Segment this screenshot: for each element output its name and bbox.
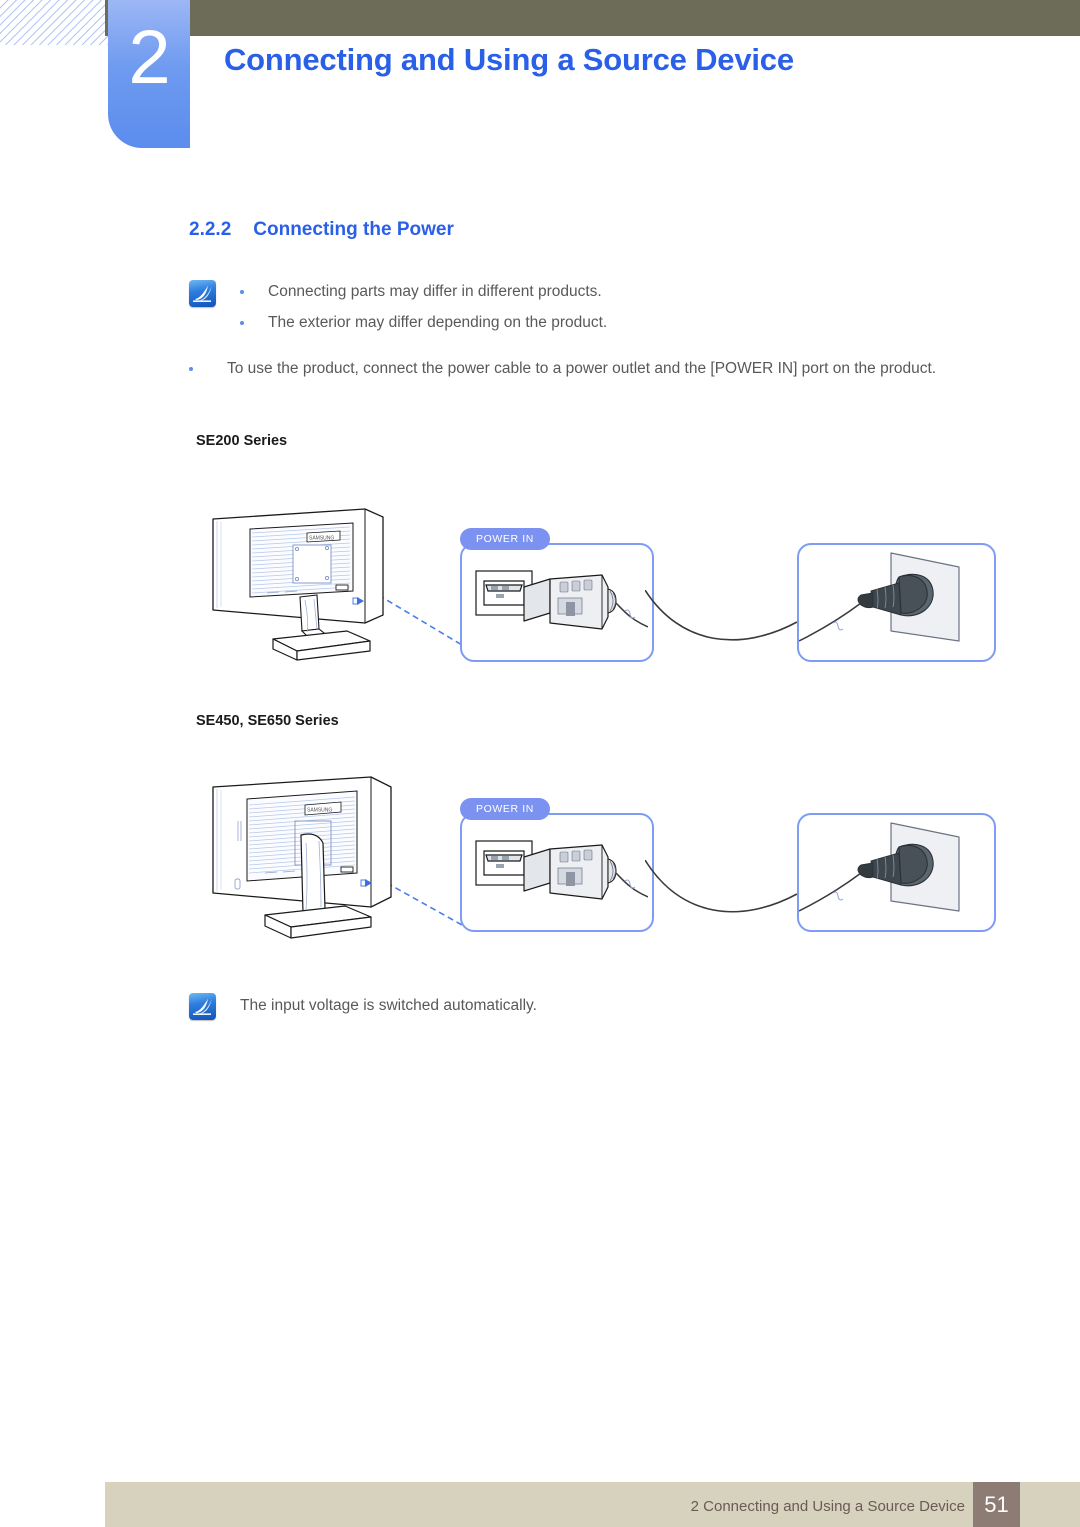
- footer-bar: 2 Connecting and Using a Source Device 5…: [105, 1482, 1080, 1527]
- body-bullet-text: To use the product, connect the power ca…: [227, 360, 937, 377]
- power-cable-span-se450: [645, 860, 798, 913]
- corner-hatch-decoration: [0, 0, 108, 45]
- chapter-title: Connecting and Using a Source Device: [224, 42, 794, 77]
- wall-outlet-plug-se200: [798, 552, 960, 642]
- note-top-list: Connecting parts may differ in different…: [240, 276, 940, 338]
- monitor-rear-se450: SAMSUNG: [212, 776, 392, 939]
- bullet-dot: [189, 367, 193, 371]
- svg-text:SAMSUNG: SAMSUNG: [307, 808, 332, 814]
- series-label-se450-se650: SE450, SE650 Series: [196, 713, 339, 729]
- callout-box-connector-se450: [460, 813, 654, 932]
- bullet-dot: [240, 290, 244, 294]
- body-bullet: To use the product, connect the power ca…: [189, 353, 979, 384]
- chapter-badge: 2: [108, 0, 190, 148]
- iec-power-connector-se200: [475, 570, 649, 630]
- bullet-dot: [240, 321, 244, 325]
- monitor-rear-se200: SAMSUNG: [212, 508, 384, 661]
- diagram-se200: SAMSUNG POWER IN: [190, 500, 1000, 680]
- note-pen-icon: [189, 280, 216, 307]
- note-bottom: The input voltage is switched automatica…: [240, 990, 940, 1021]
- footer-text: 2 Connecting and Using a Source Device: [690, 1498, 965, 1515]
- chapter-number: 2: [128, 15, 170, 100]
- note-top-item-2: The exterior may differ depending on the…: [268, 314, 608, 331]
- callout-box-outlet-se450: [797, 813, 996, 932]
- iec-power-connector-se450: [475, 840, 649, 900]
- callout-box-connector-se200: [460, 543, 654, 662]
- note-bottom-text: The input voltage is switched automatica…: [240, 997, 537, 1014]
- page-number: 51: [973, 1482, 1020, 1527]
- svg-text:SAMSUNG: SAMSUNG: [309, 536, 334, 542]
- callout-box-outlet-se200: [797, 543, 996, 662]
- note-pen-icon: [189, 993, 216, 1020]
- diagram-se450-se650: SAMSUNG POWER IN: [190, 770, 1000, 960]
- header-bar: [105, 0, 1080, 36]
- series-label-se200: SE200 Series: [196, 433, 288, 449]
- section-number: 2.2.2: [189, 219, 232, 240]
- section-title: Connecting the Power: [253, 219, 454, 240]
- power-cable-span-se200: [645, 590, 798, 641]
- section-heading: 2.2.2 Connecting the Power: [189, 219, 454, 241]
- callout-tab-power-in-se450: POWER IN: [460, 798, 550, 820]
- note-top-item-1: Connecting parts may differ in different…: [268, 283, 602, 300]
- wall-outlet-plug-se450: [798, 822, 960, 912]
- callout-tab-power-in-se200: POWER IN: [460, 528, 550, 550]
